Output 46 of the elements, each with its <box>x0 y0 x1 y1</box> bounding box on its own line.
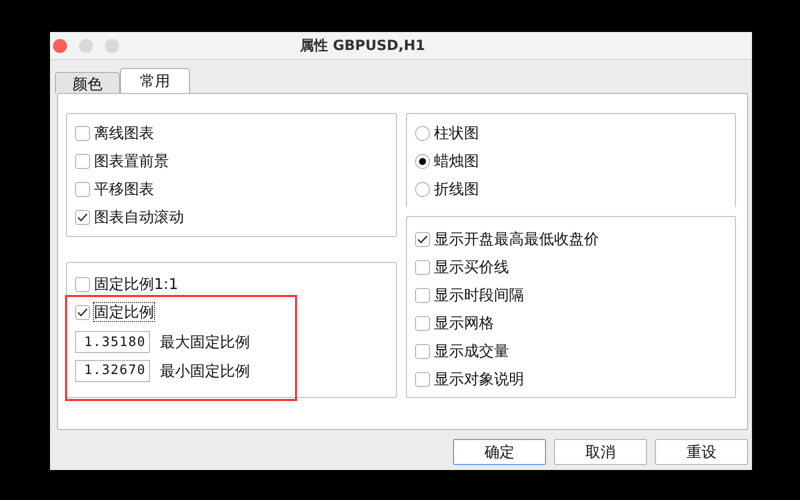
radio-button[interactable] <box>415 154 430 168</box>
checkbox-label: 显示对象说明 <box>434 370 524 388</box>
tab[interactable]: 常用 <box>120 68 190 93</box>
checkbox-label: 显示成交量 <box>434 342 509 360</box>
checkbox[interactable] <box>75 154 90 168</box>
tab[interactable]: 颜色 <box>55 72 120 93</box>
checkbox-label: 平移图表 <box>94 180 154 198</box>
field-label: 最小固定比例 <box>160 360 250 382</box>
checkbox[interactable] <box>75 182 90 196</box>
checkbox[interactable] <box>415 372 430 386</box>
checkbox-label: 显示网格 <box>434 314 494 332</box>
checkbox[interactable] <box>415 260 430 274</box>
checkbox[interactable] <box>75 210 90 224</box>
checkbox[interactable] <box>75 304 90 320</box>
checkbox[interactable] <box>75 276 90 292</box>
checkmark-icon <box>77 212 88 222</box>
radio-label: 折线图 <box>434 178 479 200</box>
checkbox-label: 固定比例 <box>94 303 154 321</box>
checkbox[interactable] <box>415 344 430 358</box>
window-title: 属性 GBPUSD,H1 <box>300 37 426 56</box>
checkbox-label: 显示开盘最高最低收盘价 <box>434 230 599 248</box>
close-button[interactable] <box>53 38 67 52</box>
checkbox[interactable] <box>75 126 90 140</box>
checkbox-label: 固定比例1:1 <box>94 275 178 293</box>
radio-button[interactable] <box>415 126 430 140</box>
checkbox-label: 图表置前景 <box>94 152 169 170</box>
checkbox[interactable] <box>415 316 430 330</box>
checkbox-label: 离线图表 <box>94 124 154 142</box>
checkmark-icon <box>77 308 88 316</box>
field-label: 最大固定比例 <box>160 332 250 353</box>
checkbox[interactable] <box>415 288 430 302</box>
checkbox-label: 图表自动滚动 <box>94 208 184 226</box>
zoom-button[interactable] <box>105 38 119 52</box>
minimize-button[interactable] <box>79 38 93 52</box>
number-field[interactable]: 1.32670 <box>75 360 150 382</box>
checkmark-icon <box>417 234 428 244</box>
dialog-button[interactable]: 确定 <box>453 439 546 465</box>
radio-label: 柱状图 <box>434 122 479 144</box>
number-field[interactable]: 1.35180 <box>75 331 150 354</box>
dialog-button[interactable]: 重设 <box>655 439 748 465</box>
dialog-button[interactable]: 取消 <box>554 439 647 465</box>
radio-label: 蜡烛图 <box>434 150 479 172</box>
checkbox[interactable] <box>415 232 430 246</box>
checkbox-label: 显示买价线 <box>434 258 509 276</box>
checkbox-label: 显示时段间隔 <box>434 286 524 304</box>
radio-button[interactable] <box>415 182 430 196</box>
